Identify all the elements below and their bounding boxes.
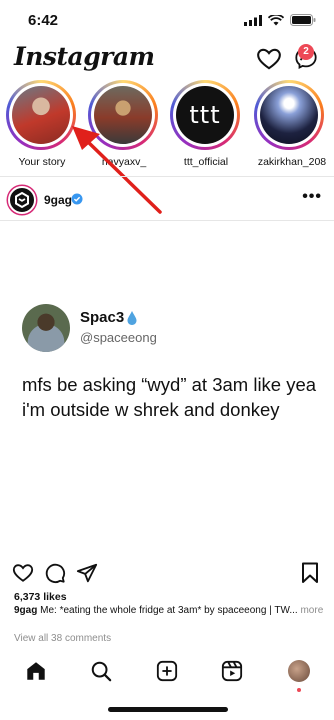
signal-icon xyxy=(244,14,262,26)
tweet-handle: @spaceeong xyxy=(80,330,157,345)
stories-tray[interactable]: Your story navyaxv_ ttt ttt_official zak… xyxy=(0,80,334,172)
reels-icon[interactable] xyxy=(221,660,243,682)
story-zakirkhan[interactable]: zakirkhan_208 xyxy=(252,80,332,168)
your-story-avatar xyxy=(12,86,70,144)
tweet-text: mfs be asking “wyd” at 3am like yea i'm … xyxy=(22,374,317,420)
caption-text: Me: *eating the whole fridge at 3am* by … xyxy=(40,605,298,616)
bookmark-icon[interactable] xyxy=(300,562,320,584)
battery-icon xyxy=(290,14,316,26)
post-header: 9gag ••• xyxy=(0,180,334,220)
post-actions xyxy=(0,560,334,588)
comment-icon[interactable] xyxy=(44,562,66,584)
home-icon[interactable] xyxy=(25,660,47,682)
messages-badge: 2 xyxy=(298,44,314,60)
post-options-button[interactable]: ••• xyxy=(302,188,322,206)
status-time: 6:42 xyxy=(28,12,59,29)
likes-count[interactable]: 6,373 likes xyxy=(14,591,67,603)
story-label: zakirkhan_208 xyxy=(257,156,327,168)
status-bar: 6:42 xyxy=(0,0,334,40)
story-your-story[interactable]: Your story xyxy=(6,80,78,168)
story-label: ttt_official xyxy=(183,156,229,168)
ttt-avatar-text: ttt xyxy=(189,101,221,129)
search-icon[interactable] xyxy=(90,660,112,682)
instagram-logo[interactable]: Instagram xyxy=(14,42,155,71)
story-ttt-official[interactable]: ttt ttt_official xyxy=(170,80,242,168)
like-heart-icon[interactable] xyxy=(12,562,34,584)
bottom-nav xyxy=(0,624,334,720)
divider xyxy=(0,220,334,221)
profile-avatar xyxy=(288,660,310,682)
story-label: Your story xyxy=(18,156,66,168)
status-icons xyxy=(244,14,316,26)
create-post-icon[interactable] xyxy=(156,660,178,682)
ttt-official-avatar: ttt xyxy=(176,86,234,144)
app-header: Instagram 2 xyxy=(0,40,334,78)
caption-username[interactable]: 9gag xyxy=(14,605,37,616)
water-drop-icon xyxy=(127,311,137,325)
wifi-icon xyxy=(268,14,284,25)
heart-icon[interactable] xyxy=(256,46,282,72)
post-avatar[interactable] xyxy=(8,186,36,214)
messenger-button[interactable]: 2 xyxy=(294,44,320,72)
profile-tab[interactable] xyxy=(288,660,310,692)
zakirkhan-avatar xyxy=(260,86,318,144)
verified-badge-icon xyxy=(71,193,83,205)
post-caption: 9gag Me: *eating the whole fridge at 3am… xyxy=(14,605,324,618)
9gag-logo-icon xyxy=(15,191,29,209)
share-paper-plane-icon[interactable] xyxy=(76,562,98,584)
tweet-name: Spac3 xyxy=(80,309,125,326)
tweet-avatar xyxy=(22,304,70,352)
notification-dot xyxy=(297,688,301,692)
post-username[interactable]: 9gag xyxy=(44,193,72,207)
home-indicator xyxy=(108,707,228,712)
divider xyxy=(0,176,334,177)
caption-more-link[interactable]: more xyxy=(300,605,323,616)
